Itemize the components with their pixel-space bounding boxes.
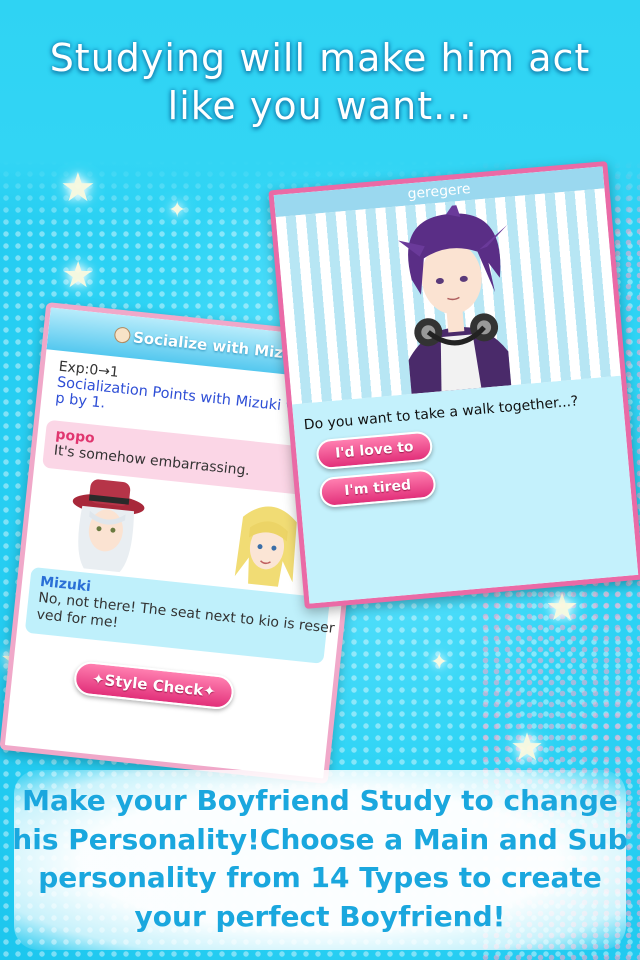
character-scene [275, 188, 621, 405]
dialogue-box: Do you want to take a walk together...? … [292, 375, 639, 604]
star-icon: ★ [62, 255, 95, 296]
option-tired-button[interactable]: I'm tired [318, 468, 437, 509]
option-love-to-button[interactable]: I'd love to [315, 430, 434, 471]
character-white-hair [72, 479, 145, 573]
star-icon: ✦ [430, 650, 449, 675]
headline: Studying will make him act like you want… [0, 34, 640, 130]
star-icon: ★ [545, 585, 580, 629]
headline-line-2: like you want... [167, 84, 473, 128]
headline-line-1: Studying will make him act [49, 36, 591, 80]
star-icon: ✦ [168, 198, 187, 223]
description-text: Make your Boyfriend Study to change his … [0, 782, 640, 936]
star-icon: ★ [60, 165, 96, 211]
description-line-4: your perfect Boyfriend! [134, 899, 506, 933]
dialogue-card: geregere Do you want to take a walk toge… [268, 160, 640, 610]
style-check-button[interactable]: ✦Style Check✦ [72, 660, 236, 711]
character-purple-hair [398, 201, 512, 394]
description-line-2: his Personality!Choose a Main and Sub [12, 822, 628, 856]
character-blonde [234, 506, 297, 587]
star-icon: ★ [510, 725, 545, 769]
description-line-3: personality from 14 Types to create [38, 861, 602, 894]
bear-icon [113, 326, 132, 344]
description-line-1: Make your Boyfriend Study to change [22, 784, 618, 817]
